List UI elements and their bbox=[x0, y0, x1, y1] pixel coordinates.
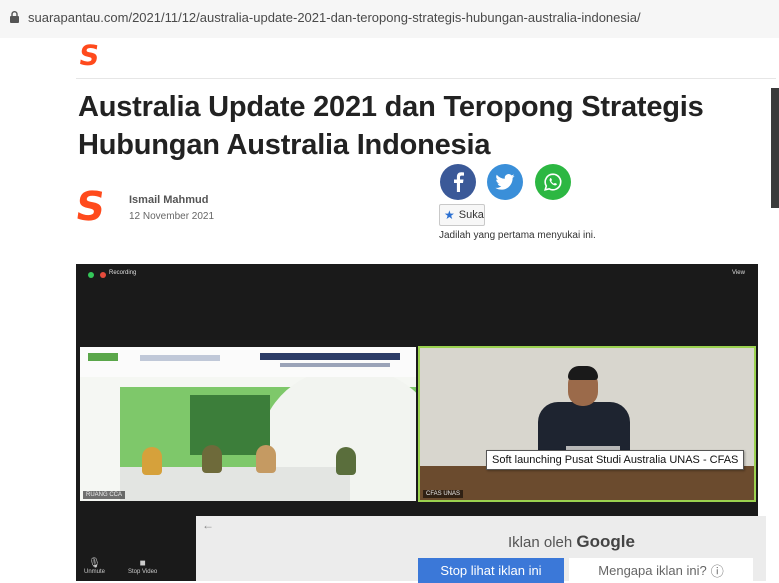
publish-date: 12 November 2021 bbox=[129, 211, 215, 222]
like-label: Suka bbox=[458, 209, 484, 221]
speaker-tile-name: CFAS UNAS bbox=[423, 490, 464, 498]
webinar-banner bbox=[80, 347, 416, 377]
why-ad-button[interactable]: Mengapa iklan ini? ⓘ bbox=[569, 558, 753, 583]
whatsapp-icon bbox=[544, 173, 562, 191]
facebook-share-button[interactable] bbox=[440, 164, 476, 200]
why-ad-label: Mengapa iklan ini? bbox=[598, 563, 707, 578]
recording-dot bbox=[100, 272, 106, 278]
title-line-1: Australia Update 2021 dan Teropong Strat… bbox=[78, 91, 704, 123]
side-panel-edge bbox=[771, 88, 779, 208]
whatsapp-share-button[interactable] bbox=[535, 164, 571, 200]
ad-by-text: Iklan oleh bbox=[508, 534, 573, 551]
like-button[interactable]: ★ Suka bbox=[439, 204, 485, 226]
site-logo[interactable]: S bbox=[77, 39, 102, 72]
lock-icon bbox=[10, 11, 19, 23]
article-title: Australia Update 2021 dan Teropong Strat… bbox=[78, 88, 768, 164]
speaker-hair bbox=[568, 366, 598, 380]
view-label: View bbox=[732, 270, 745, 276]
title-line-2: Hubungan Australia Indonesia bbox=[78, 129, 491, 161]
info-icon: ⓘ bbox=[710, 564, 724, 579]
desk bbox=[420, 466, 754, 500]
like-note: Jadilah yang pertama menyukai ini. bbox=[439, 230, 596, 241]
stop-ad-button[interactable]: Stop lihat iklan ini bbox=[418, 558, 564, 583]
back-arrow-icon[interactable]: ← bbox=[202, 518, 214, 532]
unmute-control: 🎙 Unmute bbox=[84, 558, 106, 575]
star-icon: ★ bbox=[444, 208, 455, 222]
room-tile-name: RUANG CCA bbox=[83, 491, 126, 499]
url-text[interactable]: suarapantau.com/2021/11/12/australia-upd… bbox=[28, 10, 641, 25]
author-avatar[interactable]: S bbox=[73, 184, 108, 230]
ad-attribution: Iklan oleh Google bbox=[508, 532, 635, 552]
image-caption-tooltip: Soft launching Pusat Studi Australia UNA… bbox=[486, 450, 745, 470]
stop-video-control: ■ Stop Video bbox=[128, 558, 158, 575]
video-tile-room: RUANG CCA bbox=[80, 347, 416, 501]
video-tile-speaker: CFAS UNAS bbox=[418, 346, 756, 502]
status-dot bbox=[88, 272, 94, 278]
facebook-icon bbox=[454, 172, 464, 192]
mic-off-icon: 🎙 bbox=[88, 558, 101, 569]
author-name[interactable]: Ismail Mahmud bbox=[129, 194, 208, 206]
ad-overlay: ← Iklan oleh Google Stop lihat iklan ini… bbox=[196, 516, 766, 583]
camera-icon: ■ bbox=[139, 558, 146, 569]
twitter-icon bbox=[495, 174, 515, 190]
google-brand: Google bbox=[576, 532, 635, 551]
recording-label: Recording bbox=[109, 270, 137, 276]
header-divider bbox=[76, 78, 776, 79]
twitter-share-button[interactable] bbox=[487, 164, 523, 200]
